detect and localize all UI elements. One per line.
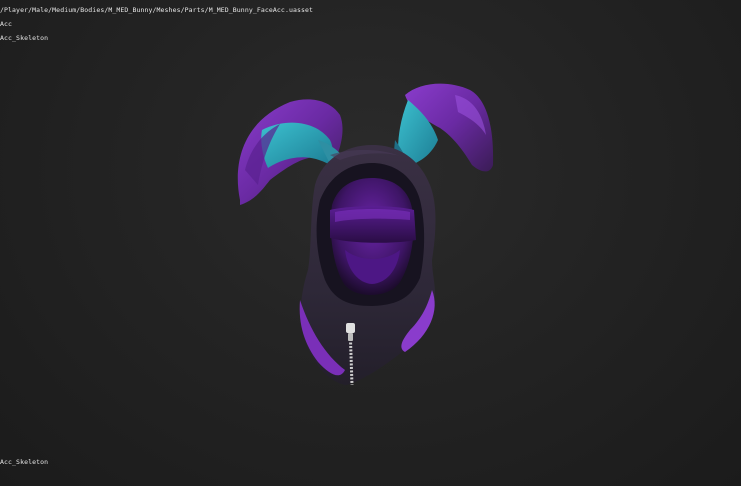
- bunny-hood-model: [237, 83, 494, 386]
- model-viewport[interactable]: /Player/Male/Medium/Bodies/M_MED_Bunny/M…: [0, 0, 741, 486]
